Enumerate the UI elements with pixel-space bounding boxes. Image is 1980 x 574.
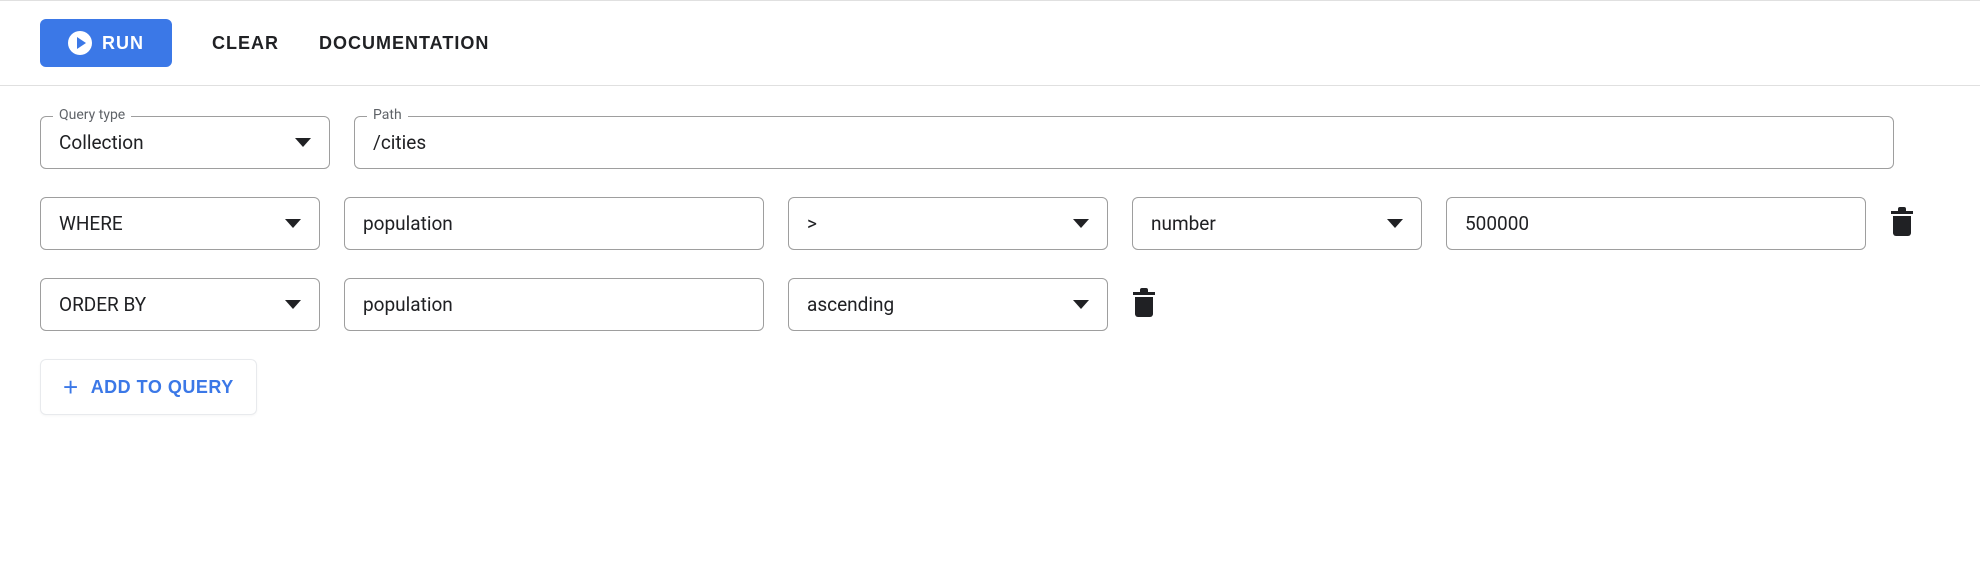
where-value-input[interactable]: 500000 bbox=[1446, 197, 1866, 250]
chevron-down-icon bbox=[1073, 219, 1089, 228]
toolbar: RUN CLEAR DOCUMENTATION bbox=[0, 0, 1980, 86]
plus-icon: + bbox=[63, 374, 79, 400]
delete-row-button[interactable] bbox=[1890, 211, 1914, 236]
value-type-value: number bbox=[1151, 212, 1216, 235]
direction-select[interactable]: ascending bbox=[788, 278, 1108, 331]
operator-select[interactable]: > bbox=[788, 197, 1108, 250]
play-icon bbox=[68, 31, 92, 55]
chevron-down-icon bbox=[285, 300, 301, 309]
value-type-select[interactable]: number bbox=[1132, 197, 1422, 250]
clear-button[interactable]: CLEAR bbox=[212, 33, 279, 54]
orderby-field-value: population bbox=[363, 293, 453, 316]
query-type-select[interactable]: Query type Collection bbox=[40, 116, 330, 169]
operator-value: > bbox=[807, 212, 817, 235]
where-value: 500000 bbox=[1465, 212, 1529, 235]
chevron-down-icon bbox=[285, 219, 301, 228]
path-label: Path bbox=[367, 107, 408, 123]
run-button[interactable]: RUN bbox=[40, 19, 172, 67]
query-builder-form: Query type Collection Path /cities WHERE… bbox=[0, 86, 1980, 445]
path-input[interactable]: Path /cities bbox=[354, 116, 1894, 169]
chevron-down-icon bbox=[1073, 300, 1089, 309]
documentation-button[interactable]: DOCUMENTATION bbox=[319, 33, 489, 54]
chevron-down-icon bbox=[295, 138, 311, 147]
trash-icon bbox=[1133, 292, 1155, 295]
where-field-value: population bbox=[363, 212, 453, 235]
delete-row-button[interactable] bbox=[1132, 292, 1156, 317]
direction-value: ascending bbox=[807, 293, 894, 316]
clause-value: ORDER BY bbox=[59, 293, 146, 316]
add-to-query-label: ADD TO QUERY bbox=[91, 377, 234, 398]
path-value: /cities bbox=[373, 131, 426, 154]
add-to-query-button[interactable]: + ADD TO QUERY bbox=[40, 359, 257, 415]
clause-select[interactable]: ORDER BY bbox=[40, 278, 320, 331]
orderby-field-input[interactable]: population bbox=[344, 278, 764, 331]
clause-value: WHERE bbox=[59, 212, 123, 235]
trash-icon bbox=[1891, 211, 1913, 214]
run-button-label: RUN bbox=[102, 33, 144, 54]
query-type-value: Collection bbox=[59, 131, 144, 154]
where-field-input[interactable]: population bbox=[344, 197, 764, 250]
query-type-label: Query type bbox=[53, 107, 131, 123]
clause-select[interactable]: WHERE bbox=[40, 197, 320, 250]
chevron-down-icon bbox=[1387, 219, 1403, 228]
